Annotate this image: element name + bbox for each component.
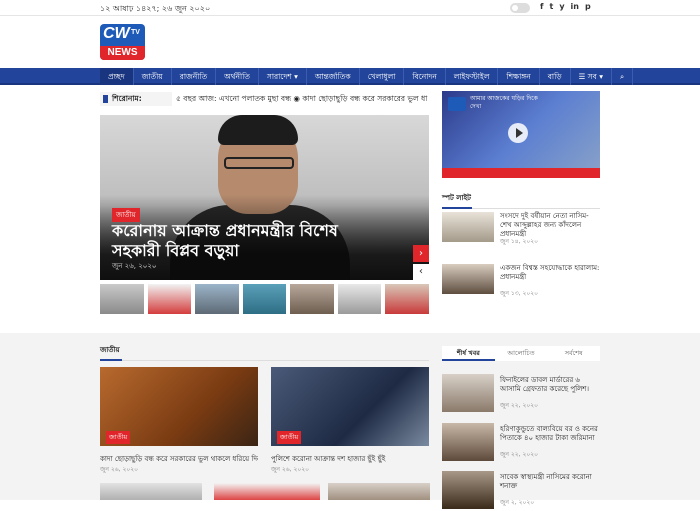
facebook-icon[interactable]: f bbox=[540, 2, 543, 11]
nav-item-education[interactable]: শিক্ষাঙ্গন bbox=[498, 68, 540, 85]
list-item-date: জুন ২২, ২০২০ bbox=[500, 451, 539, 458]
list-item[interactable]: হরিণাকুন্ডুতে বাল্যবিয়ে বর ও কনের পিতাক… bbox=[442, 423, 600, 463]
spotlight-title[interactable]: সংসদে দুই বর্ষীয়ান নেতা নাসিম-শেখ আব্দু… bbox=[500, 212, 600, 239]
news-ticker: শিরোনাম: ৫ বছর আজ: এখনো পলাতক মুছা বন্ধ … bbox=[100, 92, 429, 106]
list-item-title[interactable]: সাবেক স্বাস্থ্যমন্ত্রী নাসিমের করোনা শনা… bbox=[500, 473, 600, 491]
hero-slider[interactable]: জাতীয় করোনায় আক্রান্ত প্রধানমন্ত্রীর ব… bbox=[100, 115, 429, 280]
thumbnail-6[interactable] bbox=[337, 284, 382, 314]
thumbnail-5[interactable] bbox=[290, 284, 334, 314]
news-card-date: জুন ২৬, ২০২০ bbox=[271, 466, 310, 473]
spotlight-item[interactable]: একজন বিশ্বস্ত সহযোদ্ধাকে হারালাম: প্রধান… bbox=[442, 264, 600, 297]
list-item[interactable]: সাবেক স্বাস্থ্যমন্ত্রী নাসিমের করোনা শনা… bbox=[442, 471, 600, 511]
current-date: ১২ আষাঢ় ১৪২৭; ২৬ জুন ২০২০ bbox=[100, 4, 211, 13]
list-item-title[interactable]: হরিণাকুন্ডুতে বাল্যবিয়ে বর ও কনের পিতাক… bbox=[500, 425, 600, 443]
video-caption: আমার আজকের ঘড়ির দিকে দেখা bbox=[470, 95, 538, 110]
bottom-thumbnail[interactable] bbox=[328, 483, 430, 500]
thumbnail-7[interactable] bbox=[385, 284, 430, 314]
nav-item-country[interactable]: সারাদেশ ▾ bbox=[259, 68, 307, 85]
social-links: f t y in p bbox=[540, 2, 591, 11]
nav-item-lifestyle[interactable]: লাইফস্টাইল bbox=[446, 68, 499, 85]
spotlight-item[interactable]: সংসদে দুই বর্ষীয়ান নেতা নাসিম-শেখ আব্দু… bbox=[442, 212, 600, 245]
nav-item-home[interactable]: প্রচ্ছদ bbox=[100, 68, 134, 85]
main-nav: প্রচ্ছদ জাতীয় রাজনীতি অর্থনীতি সারাদেশ … bbox=[0, 68, 700, 85]
search-icon[interactable]: ⌕ bbox=[612, 68, 634, 85]
logo-news: NEWS bbox=[100, 46, 145, 60]
tab-latest[interactable]: সর্বশেষ bbox=[547, 346, 600, 361]
nav-item-national[interactable]: জাতীয় bbox=[134, 68, 172, 85]
thumbnail-1[interactable] bbox=[100, 284, 144, 314]
ticker-label: শিরোনাম: bbox=[100, 92, 172, 106]
video-channel-logo bbox=[448, 97, 466, 111]
tab-discussed[interactable]: আলোচিত bbox=[495, 346, 548, 361]
play-icon[interactable] bbox=[508, 123, 528, 143]
logo-cw: CW bbox=[103, 25, 130, 42]
list-item-date: জুন ২২, ২০২০ bbox=[500, 402, 539, 409]
nav-item-all[interactable]: ☰ সব ▾ bbox=[571, 68, 612, 85]
pinterest-icon[interactable]: p bbox=[585, 2, 591, 11]
hero-image-glasses bbox=[224, 157, 294, 169]
top-bar: ১২ আষাঢ় ১৪২৭; ২৬ জুন ২০২০ f t y in p bbox=[0, 0, 700, 16]
thumbnail-4[interactable] bbox=[242, 284, 287, 314]
tab-top-news[interactable]: শীর্ষ খবর bbox=[442, 346, 495, 361]
video-player[interactable]: আমার আজকের ঘড়ির দিকে দেখা bbox=[442, 91, 600, 178]
hero-date: জুন ২৬, ২০২০ bbox=[112, 262, 157, 270]
hero-category-badge[interactable]: জাতীয় bbox=[112, 208, 140, 222]
hero-image-hair bbox=[218, 115, 298, 145]
spotlight-date: জুন ১৩, ২০২০ bbox=[500, 290, 539, 297]
bottom-thumbnail[interactable] bbox=[214, 483, 320, 500]
spotlight-heading: স্পট লাইট bbox=[442, 192, 600, 209]
dark-mode-toggle[interactable] bbox=[510, 3, 530, 13]
news-card-category[interactable]: জাতীয় bbox=[106, 431, 131, 444]
spotlight-image[interactable] bbox=[442, 264, 494, 294]
site-logo[interactable]: CW TV NEWS bbox=[100, 24, 145, 60]
nav-item-politics[interactable]: রাজনীতি bbox=[172, 68, 217, 85]
news-card-date: জুন ২৬, ২০২০ bbox=[100, 466, 139, 473]
linkedin-icon[interactable]: in bbox=[571, 2, 579, 11]
thumbnail-3[interactable] bbox=[195, 284, 239, 314]
news-card-category[interactable]: জাতীয় bbox=[277, 431, 302, 444]
ticker-items[interactable]: ৫ বছর আজ: এখনো পলাতক মুছা বন্ধ ◉ কাদা ছো… bbox=[176, 92, 427, 106]
nav-item-economy[interactable]: অর্থনীতি bbox=[216, 68, 259, 85]
nav-item-sports[interactable]: খেলাধুলা bbox=[360, 68, 405, 85]
logo-tv: TV bbox=[131, 29, 140, 36]
section-heading[interactable]: জাতীয় bbox=[100, 344, 429, 361]
list-item-image[interactable] bbox=[442, 471, 494, 509]
hero-title[interactable]: করোনায় আক্রান্ত প্রধানমন্ত্রীর বিশেষ সহ… bbox=[112, 221, 342, 261]
chevron-left-icon[interactable]: ‹ bbox=[413, 264, 429, 280]
twitter-icon[interactable]: t bbox=[549, 2, 553, 11]
nav-item-home2[interactable]: বাড়ি bbox=[540, 68, 571, 85]
chevron-right-icon[interactable]: › bbox=[413, 245, 429, 262]
list-item-image[interactable] bbox=[442, 374, 494, 412]
slider-thumbnails bbox=[100, 284, 430, 314]
bottom-thumbnail[interactable] bbox=[100, 483, 202, 500]
news-tabs: শীর্ষ খবর আলোচিত সর্বশেষ bbox=[442, 346, 600, 361]
thumbnail-2[interactable] bbox=[147, 284, 192, 314]
list-item-image[interactable] bbox=[442, 423, 494, 461]
youtube-icon[interactable]: y bbox=[559, 2, 564, 11]
spotlight-title[interactable]: একজন বিশ্বস্ত সহযোদ্ধাকে হারালাম: প্রধান… bbox=[500, 264, 600, 282]
list-item-date: জুন ২, ২০২০ bbox=[500, 499, 535, 506]
spotlight-image[interactable] bbox=[442, 212, 494, 242]
nav-item-international[interactable]: আন্তর্জাতিক bbox=[307, 68, 360, 85]
list-item[interactable]: ফিনাইলের ডাবল মার্ডারের ৬ আসামি গ্রেফতার… bbox=[442, 374, 600, 414]
news-card[interactable]: জাতীয় পুলিশে করোনা আক্রান্ত দশ হাজার ছু… bbox=[271, 367, 429, 473]
spotlight-date: জুন ১৪, ২০২০ bbox=[500, 238, 539, 245]
news-card[interactable]: জাতীয় কাদা ছোড়াছুড়ি বন্ধ করে সরকারের … bbox=[100, 367, 258, 473]
nav-item-entertainment[interactable]: বিনোদন bbox=[404, 68, 446, 85]
video-headline-band bbox=[442, 168, 600, 178]
list-item-title[interactable]: ফিনাইলের ডাবল মার্ডারের ৬ আসামি গ্রেফতার… bbox=[500, 376, 600, 394]
